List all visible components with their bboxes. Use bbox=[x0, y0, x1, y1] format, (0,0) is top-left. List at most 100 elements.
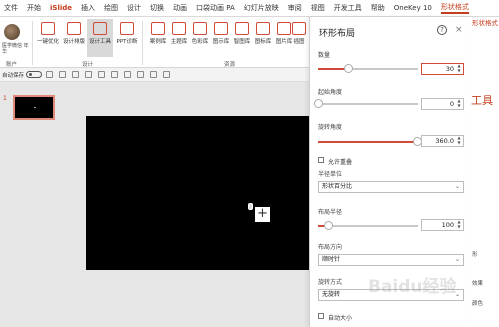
start-angle-spinner[interactable]: 0 ▲ ▼ bbox=[421, 98, 464, 110]
menu-help[interactable]: 帮助 bbox=[371, 3, 385, 13]
palette-icon bbox=[193, 22, 207, 35]
menu-slideshow[interactable]: 幻灯片放映 bbox=[244, 3, 279, 13]
menu-pocket-animation[interactable]: 口袋动画 PA bbox=[196, 3, 235, 13]
account-name: 医学微信 年华 bbox=[2, 43, 29, 55]
rotation-angle-spinner[interactable]: 360.0 ▲ ▼ bbox=[421, 135, 464, 147]
menu-review[interactable]: 审阅 bbox=[288, 3, 302, 13]
auto-size-checkbox[interactable] bbox=[318, 313, 324, 319]
layout-direction-select[interactable]: 顺时针 ⌄ bbox=[318, 254, 464, 266]
group-separator bbox=[142, 21, 143, 65]
menu-view[interactable]: 视图 bbox=[311, 3, 325, 13]
selected-shape-plus-icon[interactable]: + bbox=[255, 207, 270, 222]
layout-radius-value: 100 bbox=[441, 221, 454, 229]
allow-overlap-label: 允许重叠 bbox=[328, 159, 353, 166]
diagram-library-icon bbox=[214, 22, 228, 35]
start-angle-slider[interactable] bbox=[314, 99, 418, 108]
button-label: 一键优化 bbox=[36, 39, 59, 45]
mouse-icon bbox=[248, 203, 253, 210]
close-icon[interactable]: × bbox=[455, 25, 463, 35]
autosave-label: 自动保存 bbox=[2, 72, 25, 79]
menu-file[interactable]: 文件 bbox=[4, 3, 18, 13]
menu-onekey[interactable]: OneKey 10 bbox=[394, 4, 432, 12]
diagnose-icon bbox=[120, 22, 134, 35]
design-tools-button[interactable]: 设计工具 bbox=[87, 19, 113, 57]
more-commands-icon[interactable] bbox=[163, 71, 171, 78]
decrement-icon[interactable]: ▼ bbox=[456, 69, 462, 73]
button-label: 插图 bbox=[293, 39, 305, 45]
count-slider[interactable] bbox=[318, 64, 418, 73]
tools-heading: 工具 bbox=[471, 94, 493, 107]
decrement-icon[interactable]: ▼ bbox=[456, 104, 462, 108]
slide-thumbnail-pane: 1 bbox=[0, 83, 60, 327]
fill-icon[interactable] bbox=[111, 71, 119, 78]
side-label-effect: 效果 bbox=[472, 281, 484, 287]
auto-size-label: 自动大小 bbox=[328, 315, 353, 322]
side-label-shape: 形 bbox=[472, 252, 478, 258]
button-label: PPT诊断 bbox=[116, 39, 138, 45]
decrement-icon[interactable]: ▼ bbox=[456, 225, 462, 229]
rotation-angle-slider[interactable] bbox=[318, 137, 422, 146]
illustration-library-button[interactable]: 插图 bbox=[289, 19, 309, 45]
layout-direction-value: 顺时针 bbox=[322, 256, 341, 263]
count-value: 30 bbox=[445, 65, 454, 73]
radius-unit-value: 形状百分比 bbox=[322, 183, 353, 190]
autosave-toggle[interactable] bbox=[26, 71, 43, 78]
start-angle-value: 0 bbox=[449, 100, 454, 108]
button-label: 设计排版 bbox=[62, 39, 85, 45]
icon-library-icon bbox=[256, 22, 270, 35]
slider-handle[interactable] bbox=[344, 64, 353, 73]
rotation-angle-label: 旋转角度 bbox=[318, 124, 343, 131]
panel-title: 环形布局 bbox=[319, 29, 356, 39]
menu-home[interactable]: 开始 bbox=[27, 3, 41, 13]
group-separator bbox=[32, 21, 33, 65]
slide-thumbnail[interactable] bbox=[13, 95, 55, 120]
one-click-optimize-button[interactable]: 一键优化 bbox=[35, 19, 61, 45]
ribbon: 医学微信 年华 账户 一键优化 设计排版 设计工具 PPT诊断 设计 案例库 主… bbox=[0, 17, 310, 68]
layout-direction-label: 布局方向 bbox=[318, 244, 343, 251]
menu-islide[interactable]: iSlide bbox=[50, 4, 72, 12]
allow-overlap-checkbox[interactable] bbox=[318, 157, 324, 163]
menu-design[interactable]: 设计 bbox=[127, 3, 141, 13]
undo-icon[interactable] bbox=[59, 71, 67, 78]
slide-canvas[interactable] bbox=[86, 116, 310, 270]
menu-bar: 文件 开始 iSlide 插入 绘图 设计 切换 动画 口袋动画 PA 幻灯片放… bbox=[0, 0, 499, 17]
theme-library-icon bbox=[172, 22, 186, 35]
slideshow-icon[interactable] bbox=[85, 71, 93, 78]
save-icon[interactable] bbox=[46, 71, 54, 78]
menu-animations[interactable]: 动画 bbox=[173, 3, 187, 13]
shape-format-tab-label[interactable]: 形状格式 bbox=[472, 17, 498, 27]
menu-draw[interactable]: 绘图 bbox=[104, 3, 118, 13]
slide-number: 1 bbox=[3, 95, 7, 102]
resources-group-label: 资源 bbox=[224, 62, 236, 68]
start-angle-label: 起始角度 bbox=[318, 89, 343, 96]
quick-access-toolbar: 自动保存 bbox=[0, 68, 310, 82]
font-color-icon[interactable] bbox=[124, 71, 132, 78]
layout-radius-slider[interactable] bbox=[318, 221, 418, 230]
menu-shape-format[interactable]: 形状格式 bbox=[440, 2, 469, 14]
menu-developer[interactable]: 开发工具 bbox=[334, 3, 362, 13]
illustration-icon bbox=[292, 22, 306, 35]
rotation-mode-label: 旋转方式 bbox=[318, 279, 343, 286]
help-icon[interactable]: ? bbox=[437, 25, 447, 35]
radius-unit-select[interactable]: 形状百分比 ⌄ bbox=[318, 181, 464, 193]
radius-unit-label: 半径单位 bbox=[318, 171, 343, 178]
menu-transitions[interactable]: 切换 bbox=[150, 3, 164, 13]
menu-insert[interactable]: 插入 bbox=[81, 3, 95, 13]
slider-handle[interactable] bbox=[314, 99, 323, 108]
button-label: 设计工具 bbox=[88, 39, 111, 45]
text-icon[interactable] bbox=[150, 71, 158, 78]
shape-icon[interactable] bbox=[98, 71, 106, 78]
align-icon[interactable] bbox=[137, 71, 145, 78]
decrement-icon[interactable]: ▼ bbox=[456, 141, 462, 145]
slider-handle[interactable] bbox=[324, 221, 333, 230]
redo-icon[interactable] bbox=[72, 71, 80, 78]
design-group-label: 设计 bbox=[82, 62, 94, 68]
ppt-diagnose-button[interactable]: PPT诊断 bbox=[114, 19, 140, 45]
layout-radius-spinner[interactable]: 100 ▲ ▼ bbox=[421, 219, 464, 231]
design-layout-button[interactable]: 设计排版 bbox=[61, 19, 87, 45]
count-spinner[interactable]: 30 ▲ ▼ bbox=[421, 63, 464, 75]
avatar[interactable] bbox=[4, 24, 20, 40]
count-label: 数量 bbox=[318, 52, 331, 59]
chevron-down-icon: ⌄ bbox=[454, 183, 460, 190]
account-group-label: 账户 bbox=[6, 62, 18, 68]
